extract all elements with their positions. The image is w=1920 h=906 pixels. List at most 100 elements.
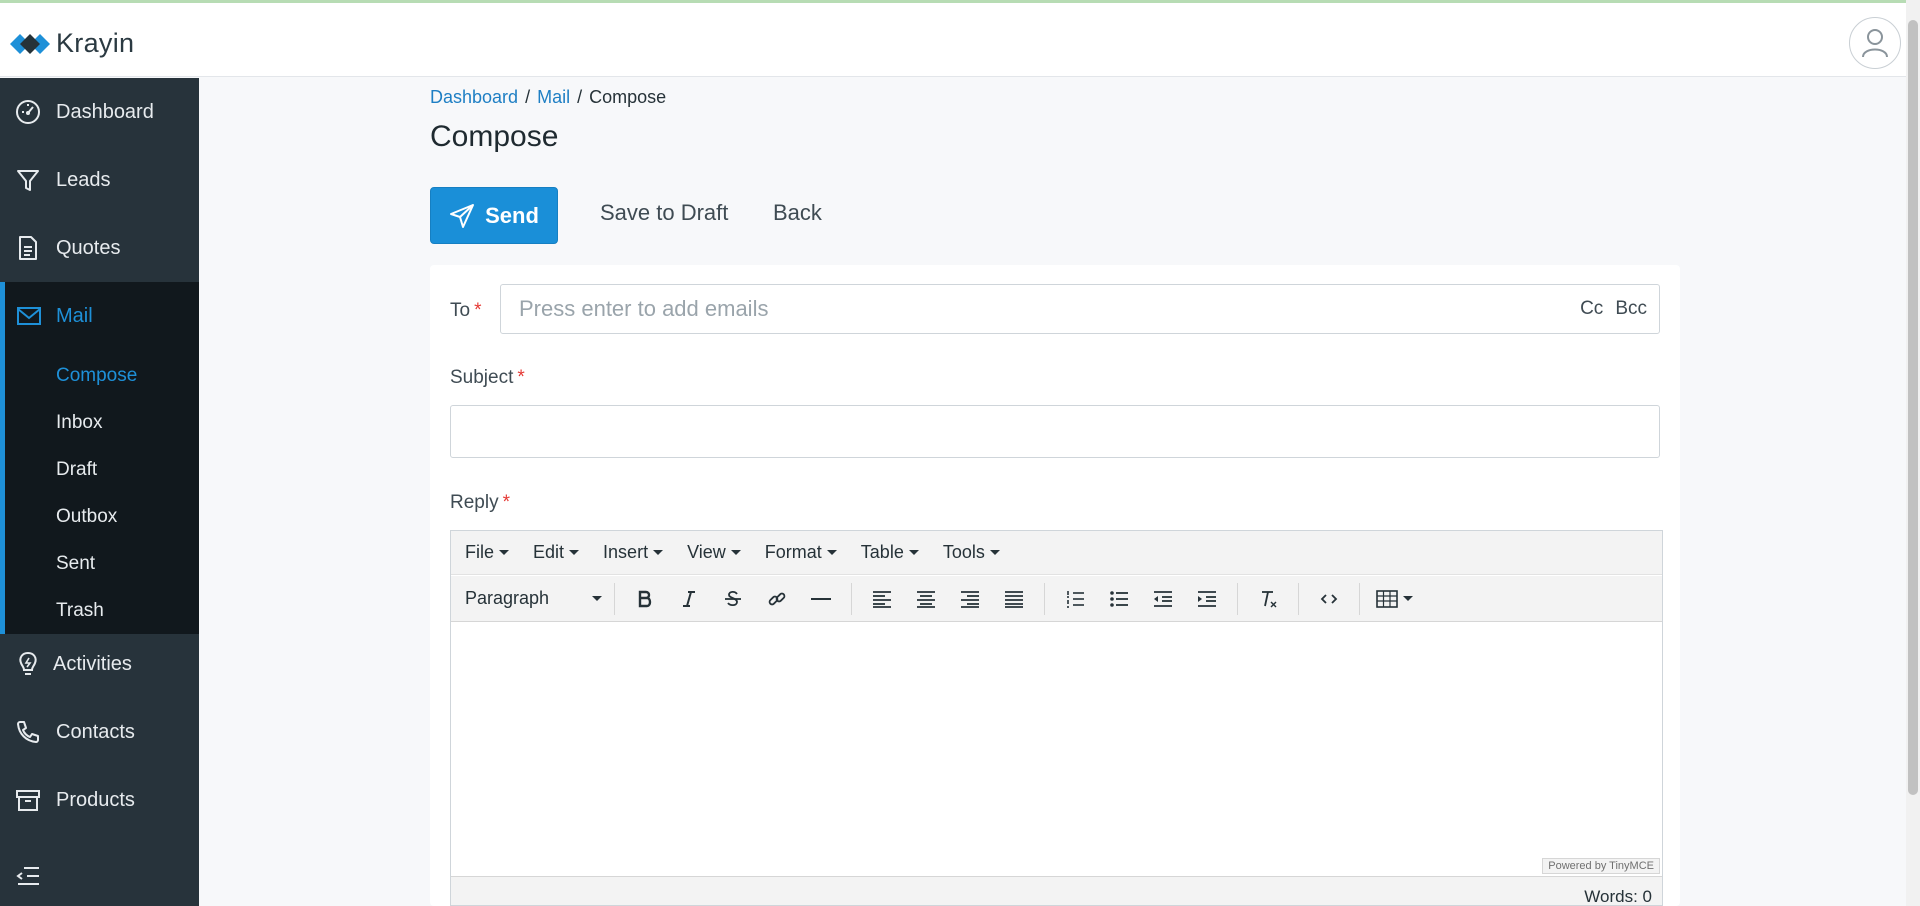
compose-form-card: To * Press enter to add emails Cc Bcc Sub… <box>430 265 1680 906</box>
source-code-icon <box>1320 593 1338 604</box>
sidebar-subitem-compose[interactable]: Compose <box>56 365 137 387</box>
toolbar-divider <box>1044 582 1045 615</box>
italic-button[interactable] <box>671 581 707 617</box>
sidebar-subitem-draft[interactable]: Draft <box>56 459 97 481</box>
scrollbar-thumb[interactable] <box>1908 20 1918 795</box>
align-right-icon <box>961 590 979 608</box>
align-right-button[interactable] <box>952 581 988 617</box>
cc-toggle[interactable]: Cc <box>1580 298 1603 320</box>
block-format-value: Paragraph <box>465 588 550 608</box>
menu-file[interactable]: File <box>465 542 510 563</box>
collapse-sidebar-icon[interactable] <box>14 864 42 888</box>
toolbar-divider <box>1298 582 1299 615</box>
sidebar-item-label: Products <box>56 788 135 811</box>
mail-icon <box>17 307 41 325</box>
send-button[interactable]: Send <box>430 187 558 244</box>
indent-icon <box>1198 590 1216 607</box>
indent-button[interactable] <box>1189 581 1225 617</box>
caret-down-icon <box>499 550 510 555</box>
insert-link-button[interactable] <box>759 581 795 617</box>
page-scrollbar[interactable] <box>1906 0 1920 906</box>
sidebar-item-quotes[interactable]: Quotes <box>0 214 199 282</box>
sidebar-item-activities[interactable]: Activities <box>0 630 199 698</box>
sidebar-item-label: Contacts <box>56 720 135 743</box>
bcc-toggle[interactable]: Bcc <box>1615 298 1647 320</box>
bold-icon <box>638 590 652 607</box>
sidebar-subitem-outbox[interactable]: Outbox <box>56 506 117 528</box>
insert-table-button[interactable] <box>1372 581 1416 617</box>
caret-down-icon <box>592 596 602 601</box>
menu-edit[interactable]: Edit <box>533 542 580 563</box>
toolbar-divider <box>1237 582 1238 615</box>
align-center-icon <box>917 590 935 608</box>
document-icon <box>19 236 37 260</box>
caret-down-icon <box>908 550 919 555</box>
breadcrumb-mail-link[interactable]: Mail <box>537 87 570 107</box>
menu-table[interactable]: Table <box>861 542 919 563</box>
krayin-logo-icon <box>10 33 50 54</box>
subject-label: Subject * <box>450 367 525 388</box>
editor-menubar: File Edit Insert View Format Table Tools <box>451 531 1662 575</box>
page-title: Compose <box>430 120 559 153</box>
menu-view[interactable]: View <box>687 542 741 563</box>
align-justify-button[interactable] <box>996 581 1032 617</box>
strikethrough-button[interactable] <box>715 581 751 617</box>
block-format-select[interactable]: Paragraph <box>461 588 606 609</box>
brand-name: Krayin <box>56 28 135 58</box>
editor-content-area[interactable] <box>451 623 1662 873</box>
archive-box-icon <box>16 790 40 811</box>
breadcrumb: Dashboard / Mail / Compose <box>430 87 666 108</box>
sidebar-subitem-sent[interactable]: Sent <box>56 553 95 575</box>
bold-button[interactable] <box>627 581 663 617</box>
breadcrumb-separator: / <box>577 87 583 107</box>
user-avatar-button[interactable] <box>1849 17 1901 69</box>
sidebar-item-dashboard[interactable]: Dashboard <box>0 78 199 146</box>
align-center-button[interactable] <box>908 581 944 617</box>
top-header: Krayin <box>0 3 1906 77</box>
sidebar-item-label: Mail <box>56 305 93 327</box>
sidebar-item-products[interactable]: Products <box>0 766 199 834</box>
filter-icon <box>17 170 39 191</box>
sidebar-subitem-inbox[interactable]: Inbox <box>56 412 102 434</box>
required-marker: * <box>517 367 525 388</box>
source-code-button[interactable] <box>1311 581 1347 617</box>
caret-down-icon <box>989 550 1000 555</box>
sidebar: Dashboard Leads Quotes Mail Compose Inbo… <box>0 78 199 906</box>
caret-down-icon <box>730 550 741 555</box>
to-email-input[interactable]: Press enter to add emails Cc Bcc <box>500 284 1660 334</box>
powered-by-tinymce-link[interactable]: Powered by TinyMCE <box>1542 858 1660 874</box>
breadcrumb-dashboard-link[interactable]: Dashboard <box>430 87 518 107</box>
send-icon <box>450 203 475 228</box>
numbered-list-button[interactable] <box>1057 581 1093 617</box>
menu-format[interactable]: Format <box>765 542 837 563</box>
back-button[interactable]: Back <box>773 200 822 226</box>
sidebar-item-label: Quotes <box>56 236 121 259</box>
dashboard-gauge-icon <box>16 100 40 124</box>
send-button-label: Send <box>485 202 539 228</box>
to-email-placeholder: Press enter to add emails <box>519 296 769 321</box>
save-to-draft-button[interactable]: Save to Draft <box>600 200 728 226</box>
word-count[interactable]: Words: 0 <box>1584 887 1652 905</box>
sidebar-item-contacts[interactable]: Contacts <box>0 698 199 766</box>
brand-logo[interactable]: Krayin <box>10 28 134 59</box>
subject-field[interactable] <box>450 405 1660 458</box>
reply-label: Reply * <box>450 492 510 513</box>
align-left-button[interactable] <box>864 581 900 617</box>
bullet-list-button[interactable] <box>1101 581 1137 617</box>
caret-down-icon <box>1402 596 1413 601</box>
horizontal-line-button[interactable] <box>803 581 839 617</box>
menu-insert[interactable]: Insert <box>603 542 664 563</box>
sidebar-item-mail[interactable]: Mail <box>5 282 199 350</box>
sidebar-item-label: Leads <box>56 168 111 191</box>
outdent-button[interactable] <box>1145 581 1181 617</box>
sidebar-item-leads[interactable]: Leads <box>0 146 199 214</box>
clear-formatting-button[interactable] <box>1250 581 1286 617</box>
sidebar-subitem-trash[interactable]: Trash <box>56 600 104 622</box>
phone-icon <box>17 721 39 743</box>
required-marker: * <box>502 492 510 513</box>
bullet-list-icon <box>1110 590 1128 607</box>
lightbulb-icon <box>19 651 37 675</box>
required-marker: * <box>474 300 482 321</box>
menu-tools[interactable]: Tools <box>943 542 1000 563</box>
align-justify-icon <box>1005 590 1023 608</box>
